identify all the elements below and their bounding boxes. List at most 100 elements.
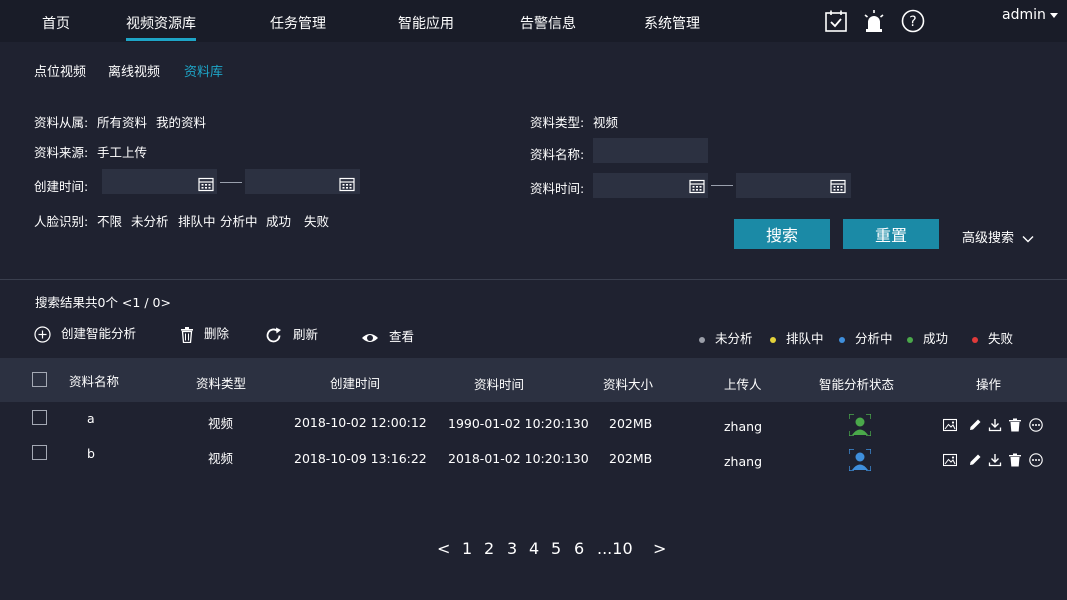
pager-page[interactable]: 5	[551, 539, 561, 558]
face-option-queued[interactable]: 排队中	[178, 211, 216, 230]
cell-name: a	[87, 411, 95, 426]
legend-analyzing: 分析中	[839, 328, 893, 347]
eye-icon	[362, 333, 378, 342]
face-option-failed[interactable]: 失败	[304, 211, 329, 230]
owner-option-all[interactable]: 所有资料	[97, 112, 147, 131]
type-label: 资料类型:	[530, 115, 585, 130]
username: admin	[1002, 7, 1046, 23]
name-input[interactable]	[593, 138, 708, 163]
face-option-any[interactable]: 不限	[97, 211, 122, 230]
nav-smart-apps[interactable]: 智能应用	[398, 13, 454, 33]
date-range-separator	[711, 185, 733, 186]
calendar-icon[interactable]	[339, 176, 355, 192]
refresh-button[interactable]: 刷新	[264, 324, 318, 345]
row-checkbox[interactable]	[32, 445, 47, 460]
col-analysis-status[interactable]: 智能分析状态	[819, 374, 894, 393]
download-icon[interactable]	[988, 418, 1002, 432]
col-size[interactable]: 资料大小	[603, 374, 653, 393]
cell-type: 视频	[208, 451, 234, 466]
edit-icon[interactable]	[968, 453, 982, 467]
more-icon[interactable]	[1029, 453, 1043, 467]
edit-icon[interactable]	[968, 418, 982, 432]
face-option-analyzing[interactable]: 分析中	[220, 211, 258, 230]
pager-page[interactable]: 3	[507, 539, 517, 558]
calendar-icon[interactable]	[198, 176, 214, 192]
nav-home[interactable]: 首页	[42, 13, 70, 33]
cell-time: 1990-01-02 10:20:130	[448, 416, 589, 431]
col-created[interactable]: 创建时间	[330, 373, 380, 392]
nav-task-management[interactable]: 任务管理	[270, 13, 326, 33]
cell-name: b	[87, 446, 95, 461]
pager-prev[interactable]: <	[437, 539, 450, 558]
image-icon[interactable]	[943, 453, 957, 467]
pager-page[interactable]: 1	[462, 539, 472, 558]
col-name[interactable]: 资料名称	[69, 371, 119, 390]
cell-type: 视频	[208, 416, 234, 431]
col-time[interactable]: 资料时间	[474, 374, 524, 393]
tab-offline-video[interactable]: 离线视频	[108, 61, 160, 80]
refresh-label: 刷新	[293, 327, 319, 342]
svg-text:?: ?	[909, 14, 916, 30]
pager-page[interactable]: ...10	[597, 539, 633, 558]
help-icon[interactable]: ?	[901, 9, 925, 33]
trash-icon[interactable]	[1008, 453, 1022, 467]
pager-page[interactable]: 6	[574, 539, 584, 558]
calendar-check-icon[interactable]	[824, 9, 848, 33]
create-analysis-button[interactable]: 创建智能分析	[34, 323, 136, 343]
top-navigation: 首页 视频资源库 任务管理 智能应用 告警信息 系统管理 ? admin	[0, 0, 1067, 42]
plus-circle-icon	[34, 326, 51, 343]
cell-uploader: zhang	[724, 419, 763, 434]
trash-icon[interactable]	[1008, 418, 1022, 432]
face-recognition-label: 人脸识别:	[34, 214, 89, 229]
pager-page[interactable]: 4	[529, 539, 539, 558]
material-time-label: 资料时间:	[530, 181, 585, 196]
cell-size: 202MB	[609, 416, 653, 431]
cell-time: 2018-01-02 10:20:130	[448, 451, 589, 466]
owner-option-mine[interactable]: 我的资料	[156, 112, 206, 131]
col-uploader[interactable]: 上传人	[724, 374, 762, 393]
user-menu[interactable]: admin	[1002, 7, 1058, 23]
source-option-manual[interactable]: 手工上传	[97, 142, 147, 161]
nav-alarms[interactable]: 告警信息	[520, 13, 576, 33]
image-icon[interactable]	[943, 418, 957, 432]
source-label: 资料来源:	[34, 145, 89, 160]
delete-label: 删除	[204, 326, 230, 341]
refresh-icon	[266, 327, 281, 343]
col-actions: 操作	[976, 377, 1002, 392]
table-header: 资料名称 资料类型 创建时间 资料时间 资料大小 上传人 智能分析状态 操作	[0, 358, 1067, 402]
more-icon[interactable]	[1029, 418, 1043, 432]
cell-uploader: zhang	[724, 454, 763, 469]
pager-page[interactable]: 2	[484, 539, 494, 558]
legend-label: 失败	[988, 331, 1014, 346]
cell-created: 2018-10-09 13:16:22	[294, 451, 427, 466]
legend-queued: 排队中	[770, 328, 824, 347]
advanced-search-toggle[interactable]: 高级搜索	[962, 227, 1034, 246]
date-range-separator	[220, 182, 242, 183]
search-button[interactable]: 搜索	[734, 219, 830, 249]
select-all-checkbox[interactable]	[32, 372, 47, 387]
face-option-unanalyzed[interactable]: 未分析	[131, 211, 169, 230]
reset-button[interactable]: 重置	[843, 219, 939, 249]
pager-next[interactable]: >	[653, 539, 666, 558]
legend-failed: 失败	[972, 328, 1013, 347]
create-analysis-label: 创建智能分析	[61, 326, 137, 341]
col-type[interactable]: 资料类型	[196, 373, 246, 392]
face-option-success[interactable]: 成功	[266, 211, 291, 230]
delete-button[interactable]: 删除	[180, 323, 229, 343]
tab-point-video[interactable]: 点位视频	[34, 61, 86, 80]
type-option-video[interactable]: 视频	[593, 112, 618, 131]
legend-label: 未分析	[715, 331, 753, 346]
result-summary: 搜索结果共0个 <1 / 0>	[35, 295, 171, 310]
cell-created: 2018-10-02 12:00:12	[294, 415, 427, 430]
nav-video-library[interactable]: 视频资源库	[126, 13, 196, 41]
status-dot	[839, 336, 845, 343]
owner-label: 资料从属:	[34, 115, 89, 130]
view-button[interactable]: 查看	[361, 326, 414, 345]
row-checkbox[interactable]	[32, 410, 47, 425]
download-icon[interactable]	[988, 453, 1002, 467]
tab-material-library[interactable]: 资料库	[184, 61, 223, 80]
calendar-icon[interactable]	[689, 178, 705, 194]
calendar-icon[interactable]	[830, 178, 846, 194]
nav-system-management[interactable]: 系统管理	[644, 13, 700, 33]
alarm-light-icon[interactable]	[862, 9, 886, 33]
